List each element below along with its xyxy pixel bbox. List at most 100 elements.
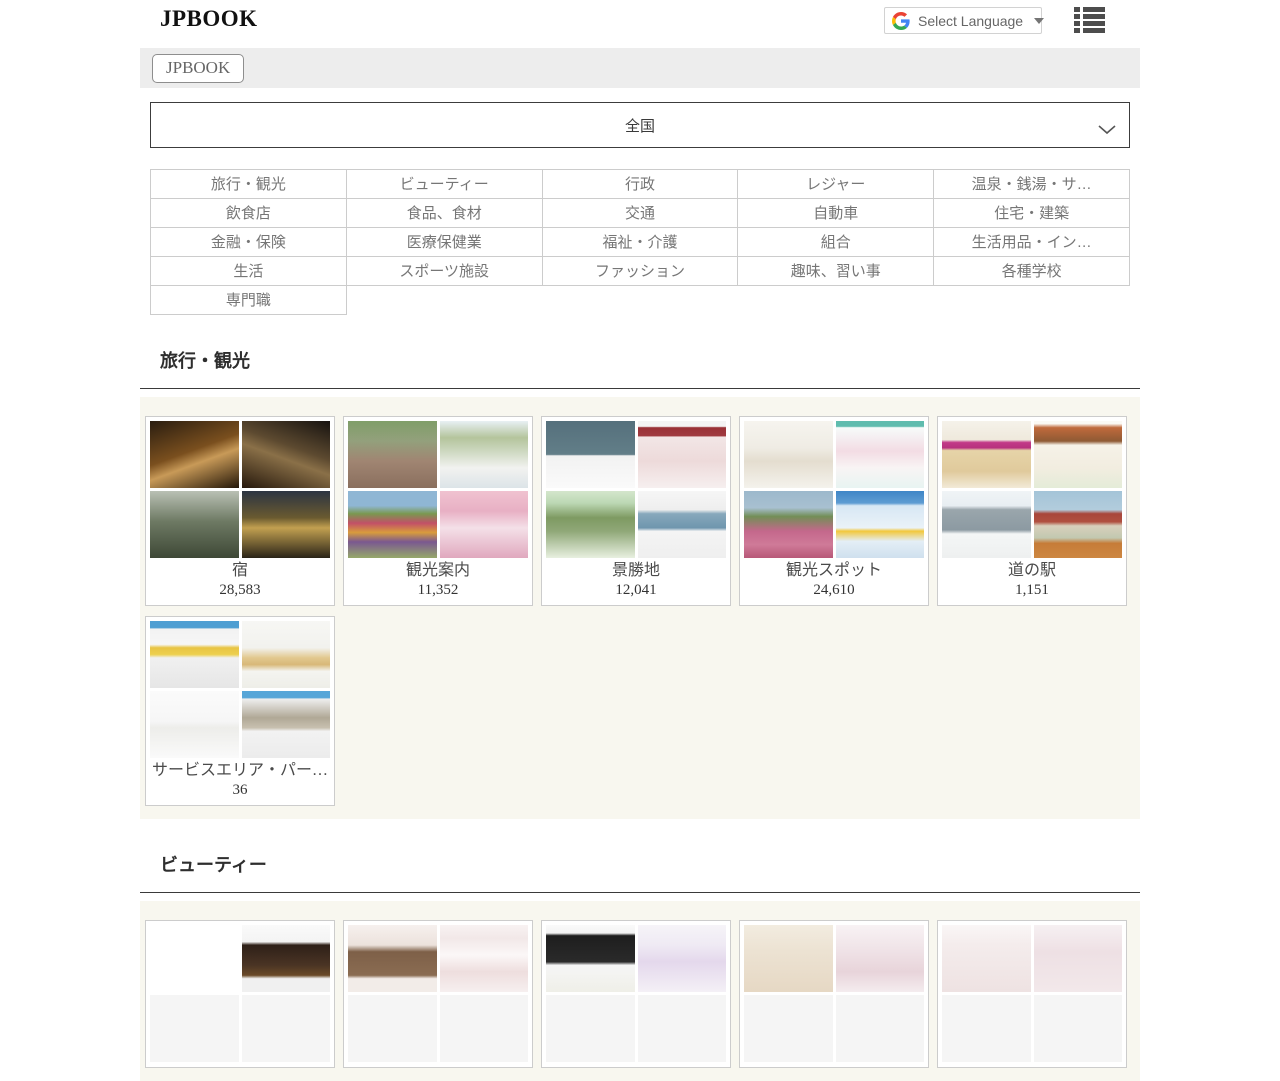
thumbnail-tile	[836, 491, 925, 558]
subcategory-label: 道の駅	[942, 561, 1122, 581]
dropdown-caret-icon	[1034, 18, 1044, 24]
thumbnail-tile	[150, 621, 239, 688]
subcategory-card[interactable]: サービスエリア・パー…36	[145, 616, 335, 806]
thumbnail-tile	[546, 925, 635, 992]
thumbnail-tile	[440, 421, 529, 488]
category-link[interactable]: 行政	[543, 170, 739, 199]
section-divider	[140, 892, 1140, 893]
category-link[interactable]: ファッション	[543, 257, 739, 286]
thumbnail-tile	[836, 995, 925, 1062]
subcategory-card[interactable]	[343, 920, 533, 1068]
subcategory-card[interactable]: 観光スポット24,610	[739, 416, 929, 606]
sections: 旅行・観光宿28,583観光案内11,352景勝地12,041観光スポット24,…	[140, 349, 1140, 1081]
category-link[interactable]: ビューティー	[347, 170, 543, 199]
thumbnail-tile	[836, 421, 925, 488]
thumbnail-collage	[348, 421, 528, 558]
category-link[interactable]: 自動車	[738, 199, 934, 228]
thumbnail-tile	[942, 491, 1031, 558]
category-link[interactable]: 金融・保険	[151, 228, 347, 257]
thumbnail-tile	[348, 421, 437, 488]
category-link[interactable]: 交通	[543, 199, 739, 228]
translate-label: Select Language	[918, 13, 1023, 29]
thumbnail-collage	[546, 925, 726, 1062]
thumbnail-tile	[242, 995, 331, 1062]
thumbnail-tile	[150, 691, 239, 758]
thumbnail-tile	[1034, 421, 1123, 488]
category-link[interactable]: 各種学校	[934, 257, 1130, 286]
thumbnail-tile	[744, 995, 833, 1062]
thumbnail-tile	[242, 421, 331, 488]
subcategory-label: 宿	[150, 561, 330, 581]
subcategory-card[interactable]	[739, 920, 929, 1068]
category-link[interactable]: 趣味、習い事	[738, 257, 934, 286]
subcategory-card[interactable]	[937, 920, 1127, 1068]
category-link[interactable]: 生活用品・イン…	[934, 228, 1130, 257]
subcategory-label: 観光案内	[348, 561, 528, 581]
subcategory-label: サービスエリア・パー…	[150, 761, 330, 781]
thumbnail-tile	[744, 421, 833, 488]
site-title[interactable]: JPBOOK	[160, 6, 258, 32]
subcategory-card[interactable]	[145, 920, 335, 1068]
thumbnail-tile	[242, 621, 331, 688]
thumbnail-tile	[440, 925, 529, 992]
category-link[interactable]: レジャー	[738, 170, 934, 199]
subcategory-count: 11,352	[348, 581, 528, 600]
subcategory-count: 36	[150, 781, 330, 800]
subcategory-card[interactable]: 景勝地12,041	[541, 416, 731, 606]
subcategory-card[interactable]: 観光案内11,352	[343, 416, 533, 606]
thumbnail-collage	[744, 421, 924, 558]
category-link[interactable]: 旅行・観光	[151, 170, 347, 199]
thumbnail-tile	[546, 491, 635, 558]
category-link[interactable]: 生活	[151, 257, 347, 286]
category-link[interactable]: 食品、食材	[347, 199, 543, 228]
google-g-icon	[892, 12, 910, 30]
thumbnail-tile	[242, 691, 331, 758]
list-menu-icon[interactable]	[1074, 6, 1105, 34]
thumbnail-tile	[546, 421, 635, 488]
region-select[interactable]: 全国	[150, 102, 1130, 148]
thumbnail-tile	[242, 925, 331, 992]
cards-grid: 宿28,583観光案内11,352景勝地12,041観光スポット24,610道の…	[140, 397, 1140, 819]
section-title: ビューティー	[140, 853, 1140, 877]
thumbnail-tile	[150, 995, 239, 1062]
category-section: ビューティー	[140, 853, 1140, 1081]
thumbnail-tile	[1034, 995, 1123, 1062]
category-link[interactable]: 専門職	[151, 286, 347, 315]
thumbnail-tile	[638, 995, 727, 1062]
google-translate-widget[interactable]: Select Language	[884, 7, 1042, 34]
breadcrumb-home-button[interactable]: JPBOOK	[152, 54, 244, 83]
subcategory-count: 28,583	[150, 581, 330, 600]
subcategory-count: 24,610	[744, 581, 924, 600]
page-container: JPBOOK Select Language	[140, 0, 1140, 1081]
region-select-value: 全国	[625, 115, 655, 136]
category-section: 旅行・観光宿28,583観光案内11,352景勝地12,041観光スポット24,…	[140, 349, 1140, 819]
thumbnail-tile	[1034, 925, 1123, 992]
thumbnail-tile	[440, 995, 529, 1062]
thumbnail-tile	[744, 925, 833, 992]
category-link[interactable]: 医療保健業	[347, 228, 543, 257]
thumbnail-tile	[638, 421, 727, 488]
thumbnail-tile	[638, 491, 727, 558]
thumbnail-tile	[150, 421, 239, 488]
category-link[interactable]: 組合	[738, 228, 934, 257]
thumbnail-collage	[942, 925, 1122, 1062]
subcategory-card[interactable]: 道の駅1,151	[937, 416, 1127, 606]
subcategory-card[interactable]: 宿28,583	[145, 416, 335, 606]
subcategory-count: 1,151	[942, 581, 1122, 600]
site-header: JPBOOK Select Language	[140, 0, 1140, 48]
thumbnail-collage	[150, 621, 330, 758]
thumbnail-collage	[942, 421, 1122, 558]
subcategory-card[interactable]	[541, 920, 731, 1068]
category-link[interactable]: 温泉・銭湯・サ…	[934, 170, 1130, 199]
thumbnail-tile	[942, 995, 1031, 1062]
category-link[interactable]: 住宅・建築	[934, 199, 1130, 228]
chevron-down-icon	[1098, 122, 1116, 139]
thumbnail-tile	[744, 491, 833, 558]
thumbnail-tile	[242, 491, 331, 558]
category-link[interactable]: 福祉・介護	[543, 228, 739, 257]
category-link[interactable]: 飲食店	[151, 199, 347, 228]
category-link[interactable]: スポーツ施設	[347, 257, 543, 286]
thumbnail-collage	[150, 421, 330, 558]
thumbnail-tile	[348, 925, 437, 992]
thumbnail-tile	[1034, 491, 1123, 558]
